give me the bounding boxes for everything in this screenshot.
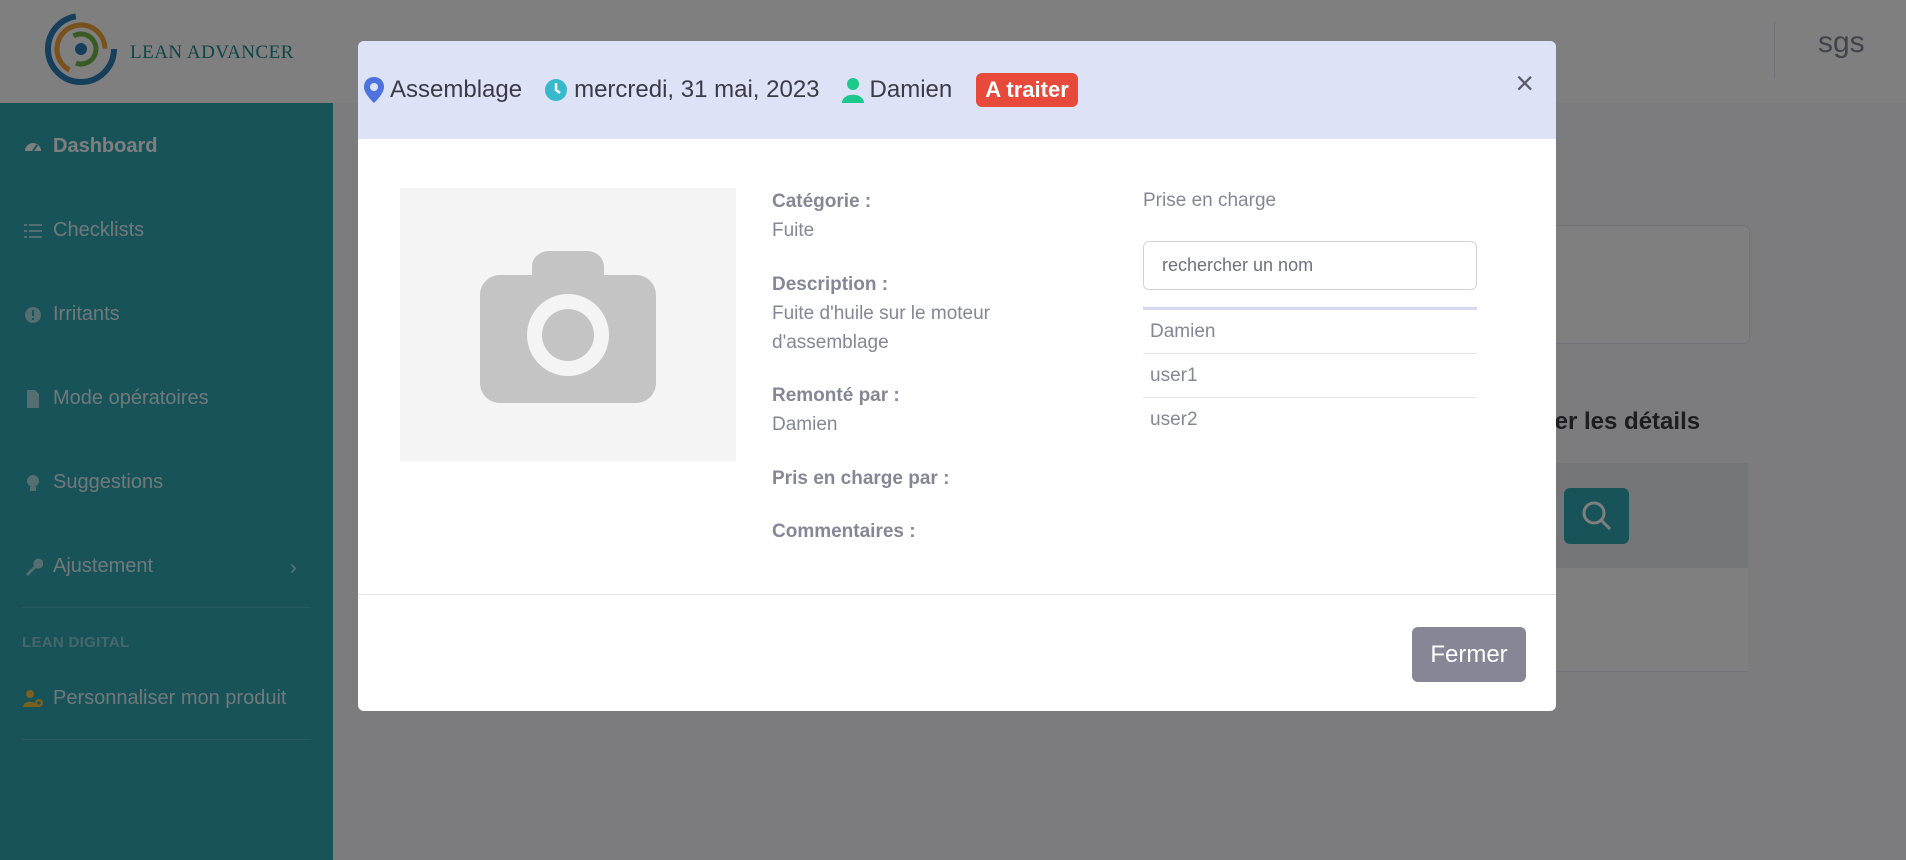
description-field: Description : Fuite d'huile sur le moteu… <box>772 270 1032 357</box>
category-label: Catégorie : <box>772 191 872 212</box>
user-icon <box>841 77 864 103</box>
location: Assemblage <box>364 76 522 104</box>
map-marker-icon <box>364 77 384 103</box>
comments-field: Commentaires : <box>772 517 916 546</box>
take-charge-label: Prise en charge <box>1143 190 1277 211</box>
reported-by-field: Remonté par : Damien <box>772 381 900 439</box>
taken-by-field: Pris en charge par : <box>772 464 949 493</box>
close-button[interactable]: Fermer <box>1412 627 1526 682</box>
search-name-input[interactable] <box>1143 241 1477 290</box>
date-text: mercredi, 31 mai, 2023 <box>574 76 820 103</box>
reporter-text: Damien <box>869 76 953 103</box>
reported-by-label: Remonté par : <box>772 385 900 406</box>
clock-icon <box>544 78 568 102</box>
description-label: Description : <box>772 274 889 295</box>
date: mercredi, 31 mai, 2023 <box>544 76 820 104</box>
user-list-item[interactable]: user2 <box>1143 398 1477 441</box>
comments-label: Commentaires : <box>772 521 916 542</box>
reporter: Damien <box>841 76 953 104</box>
user-list-item[interactable]: Damien <box>1143 310 1477 354</box>
category-value: Fuite <box>772 220 815 241</box>
camera-icon <box>480 250 656 403</box>
close-icon[interactable]: × <box>1515 67 1534 99</box>
description-value: Fuite d'huile sur le moteur d'assemblage <box>772 303 991 353</box>
irritant-detail-modal: Assemblage mercredi, 31 mai, 2023 Damien… <box>358 41 1556 711</box>
user-list: Damien user1 user2 <box>1143 307 1477 441</box>
modal-footer: Fermer <box>358 594 1556 711</box>
location-text: Assemblage <box>390 76 523 103</box>
reported-by-value: Damien <box>772 414 838 435</box>
category-field: Catégorie : Fuite <box>772 187 871 245</box>
status-badge: A traiter <box>976 73 1078 107</box>
user-list-item[interactable]: user1 <box>1143 354 1477 398</box>
photo-placeholder <box>400 188 736 461</box>
taken-by-label: Pris en charge par : <box>772 468 950 489</box>
modal-header: Assemblage mercredi, 31 mai, 2023 Damien… <box>358 41 1556 139</box>
